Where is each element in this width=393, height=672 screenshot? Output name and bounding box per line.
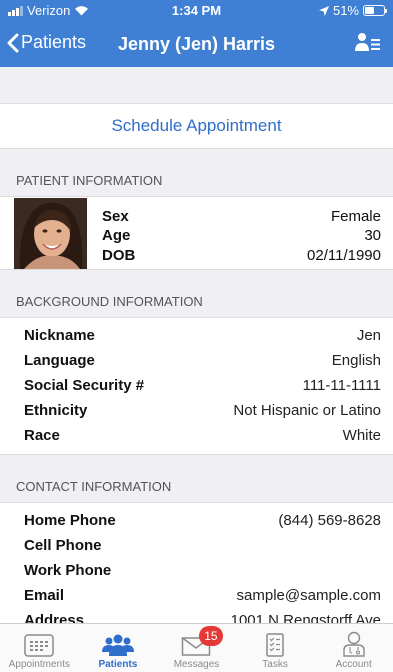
patient-menu-button[interactable] xyxy=(355,32,381,59)
user-icon xyxy=(342,631,365,657)
field-value: White xyxy=(342,427,381,444)
tab-label: Tasks xyxy=(262,659,288,670)
nav-bar: Patients Jenny (Jen) Harris xyxy=(0,24,393,66)
info-row: Language English xyxy=(0,348,393,373)
field-label: Nickname xyxy=(24,327,95,344)
avatar xyxy=(14,198,87,269)
sex-row: Sex Female xyxy=(102,208,381,228)
patient-detail-scroll[interactable]: Schedule Appointment PATIENT INFORMATION… xyxy=(0,67,393,623)
contact-row[interactable]: Work Phone xyxy=(0,558,393,583)
people-icon xyxy=(101,634,134,656)
contact-row[interactable]: Email sample@sample.com xyxy=(0,583,393,608)
spacer xyxy=(0,67,393,103)
location-arrow-icon xyxy=(318,5,329,16)
info-row: Social Security # 111-11-1111 xyxy=(0,373,393,398)
tab-label: Messages xyxy=(173,659,220,670)
patient-photo xyxy=(14,198,87,269)
checklist-icon xyxy=(266,633,284,657)
section-title: CONTACT INFORMATION xyxy=(16,479,172,494)
calendar-icon xyxy=(24,634,55,657)
user-list-icon xyxy=(355,33,380,51)
tab-label: Patients xyxy=(98,659,138,670)
field-label: Cell Phone xyxy=(24,537,102,554)
info-row: Nickname Jen xyxy=(0,323,393,348)
tab-messages[interactable]: 15 Messages xyxy=(157,624,236,672)
info-row: Race White xyxy=(0,423,393,448)
age-label: Age xyxy=(102,227,131,244)
battery-percent: 51% xyxy=(332,3,359,18)
field-value: 111-11-1111 xyxy=(302,377,381,394)
patient-information-header: PATIENT INFORMATION xyxy=(0,149,393,197)
field-label: Email xyxy=(24,587,65,604)
dob-label: DOB xyxy=(102,247,136,264)
section-title: PATIENT INFORMATION xyxy=(16,173,163,188)
patient-information-card: Sex Female Age 30 DOB 02/11/1990 xyxy=(0,197,393,270)
field-label: Work Phone xyxy=(24,562,112,579)
status-bar: Verizon 1:34 PM 51% xyxy=(0,0,393,20)
field-label: Address xyxy=(24,612,85,623)
contact-row[interactable]: Address 1001 N Rengstorff Ave xyxy=(0,608,393,623)
section-title: BACKGROUND INFORMATION xyxy=(16,294,203,309)
contact-information-list: Home Phone (844) 569-8628 Cell Phone Work… xyxy=(0,503,393,623)
tab-tasks[interactable]: Tasks xyxy=(236,624,315,672)
contact-row[interactable]: Cell Phone xyxy=(0,533,393,558)
age-row: Age 30 xyxy=(102,227,381,247)
background-information-list: Nickname Jen Language English Social Secur… xyxy=(0,318,393,455)
sex-value: Female xyxy=(330,208,381,225)
tab-label: Account xyxy=(335,659,372,670)
tab-patients[interactable]: Patients xyxy=(79,624,158,672)
contact-information-header: CONTACT INFORMATION xyxy=(0,455,393,503)
dob-value: 02/11/1990 xyxy=(307,247,381,264)
field-value: 1001 N Rengstorff Ave xyxy=(230,612,381,623)
top-bar: Verizon 1:34 PM 51% Patients Jenny (Jen)… xyxy=(0,0,393,67)
battery-icon xyxy=(363,5,387,16)
schedule-appointment-button[interactable]: Schedule Appointment xyxy=(0,103,393,149)
tab-appointments[interactable]: Appointments xyxy=(0,624,79,672)
unread-badge: 15 xyxy=(199,626,223,646)
sex-label: Sex xyxy=(102,208,129,225)
tab-label: Appointments xyxy=(8,659,70,670)
field-label: Race xyxy=(24,427,60,444)
background-information-header: BACKGROUND INFORMATION xyxy=(0,270,393,318)
contact-row[interactable]: Home Phone (844) 569-8628 xyxy=(0,508,393,533)
page-title: Jenny (Jen) Harris xyxy=(117,34,276,54)
field-label: Language xyxy=(24,352,95,369)
field-value: Not Hispanic or Latino xyxy=(233,402,381,419)
field-label: Home Phone xyxy=(24,512,116,529)
field-value: sample@sample.com xyxy=(236,587,381,604)
field-label: Social Security # xyxy=(24,377,145,394)
field-value: English xyxy=(331,352,381,369)
field-value: Jen xyxy=(356,327,381,344)
field-value: (844) 569-8628 xyxy=(278,512,381,529)
tab-bar: Appointments Patients 15 Messages Tasks xyxy=(0,623,393,672)
tab-account[interactable]: Account xyxy=(314,624,393,672)
dob-row: DOB 02/11/1990 xyxy=(102,247,381,267)
age-value: 30 xyxy=(364,227,381,244)
field-label: Ethnicity xyxy=(24,402,88,419)
info-row: Ethnicity Not Hispanic or Latino xyxy=(0,398,393,423)
